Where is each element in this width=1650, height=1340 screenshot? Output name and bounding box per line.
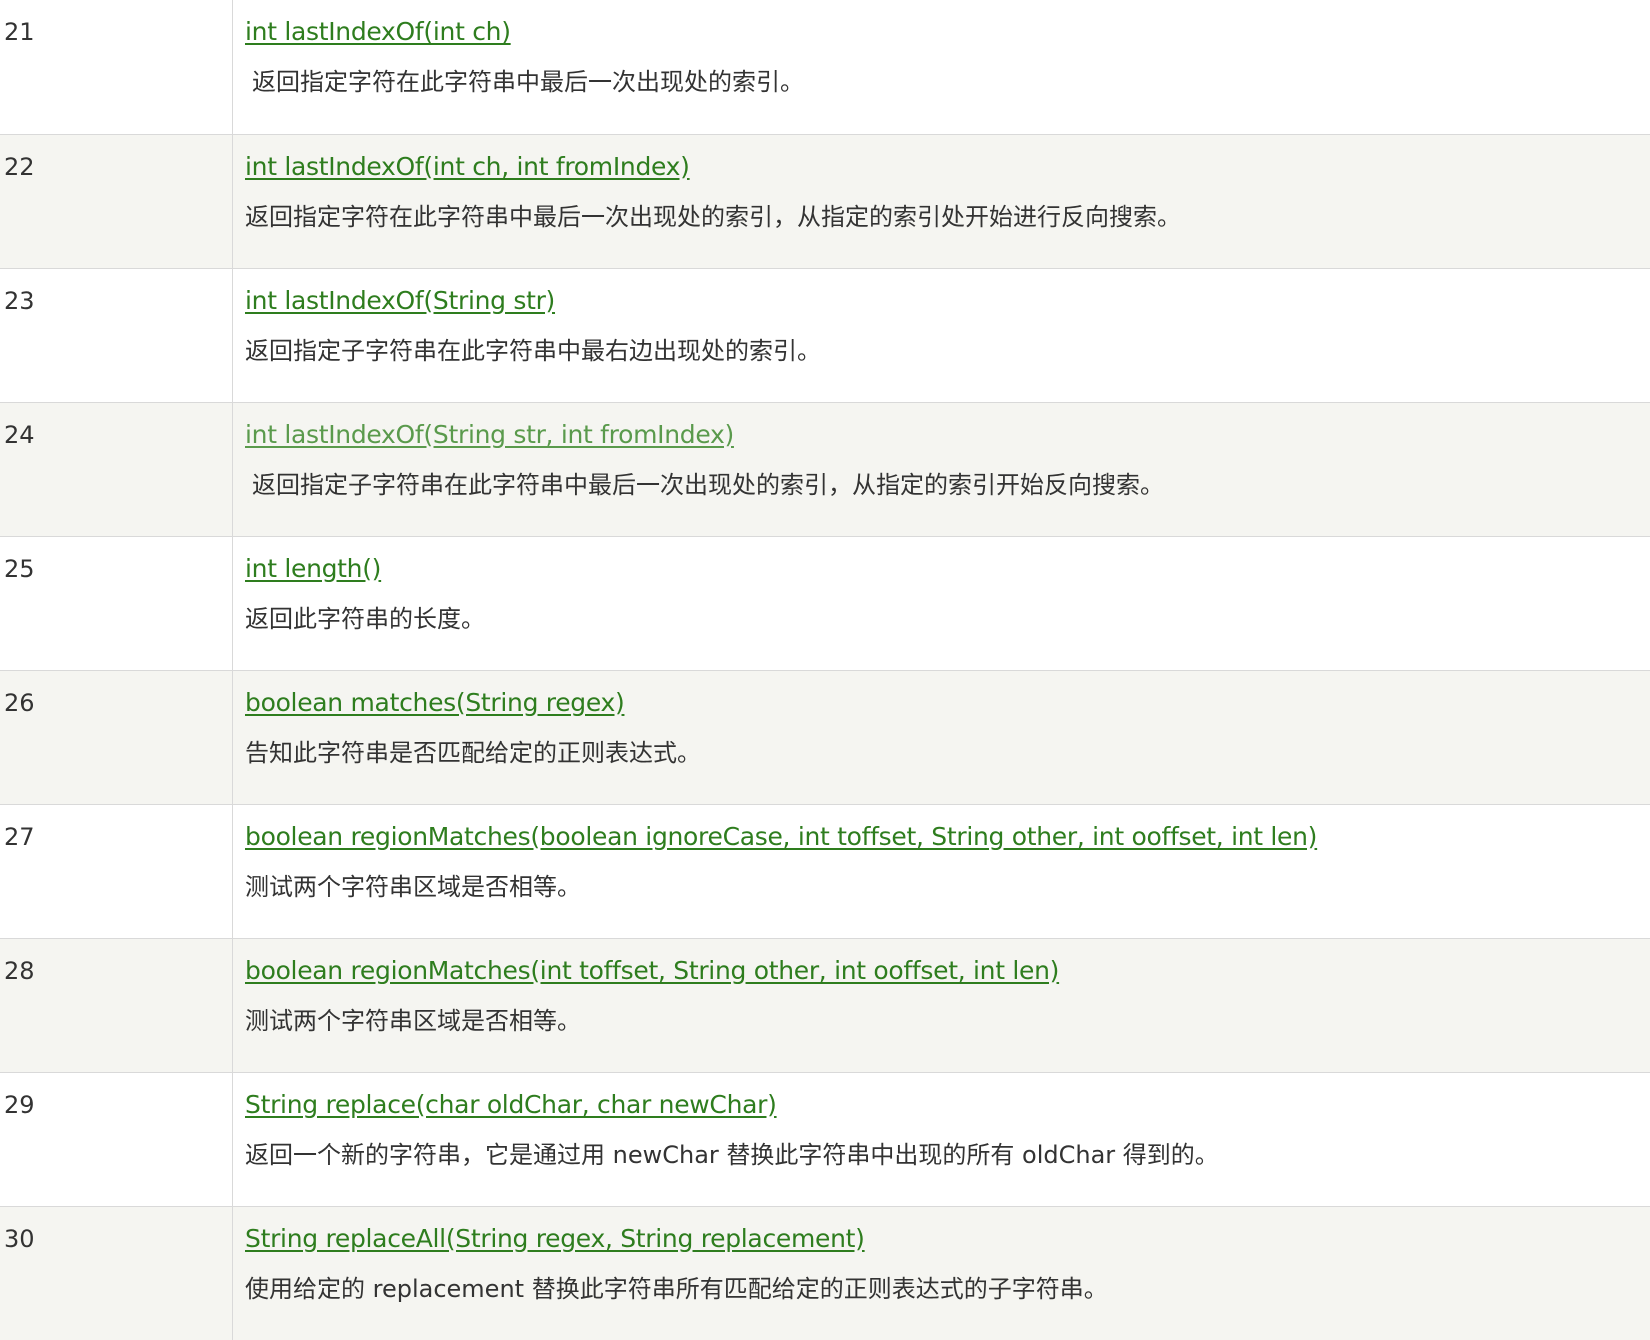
row-number: 22	[4, 152, 35, 181]
method-description: 返回指定字符在此字符串中最后一次出现处的索引。	[252, 68, 804, 96]
row-number: 27	[4, 822, 35, 851]
method-signature-link[interactable]: int lastIndexOf(int ch, int fromIndex)	[245, 152, 690, 182]
row-number: 21	[4, 18, 35, 46]
table-row: 22 int lastIndexOf(int ch, int fromIndex…	[0, 134, 1650, 268]
row-number: 29	[4, 1090, 35, 1119]
row-number: 25	[4, 554, 35, 583]
method-signature-link[interactable]: boolean regionMatches(int toffset, Strin…	[245, 956, 1059, 986]
method-description: 测试两个字符串区域是否相等。	[245, 872, 581, 901]
table-row: 23 int lastIndexOf(String str) 返回指定子字符串在…	[0, 268, 1650, 402]
method-signature-link[interactable]: boolean regionMatches(boolean ignoreCase…	[245, 822, 1317, 852]
method-description: 测试两个字符串区域是否相等。	[245, 1006, 581, 1035]
row-number: 30	[4, 1224, 35, 1253]
method-signature-link[interactable]: int lastIndexOf(String str, int fromInde…	[245, 420, 734, 450]
table-row: 28 boolean regionMatches(int toffset, St…	[0, 938, 1650, 1072]
method-description: 返回指定子字符串在此字符串中最后一次出现处的索引，从指定的索引开始反向搜索。	[252, 470, 1164, 499]
method-signature-link[interactable]: int length()	[245, 554, 381, 584]
method-description: 使用给定的 replacement 替换此字符串所有匹配给定的正则表达式的子字符…	[245, 1274, 1108, 1303]
table-row: 27 boolean regionMatches(boolean ignoreC…	[0, 804, 1650, 938]
method-signature-link[interactable]: boolean matches(String regex)	[245, 688, 625, 718]
method-signature-link[interactable]: int lastIndexOf(int ch)	[245, 17, 511, 47]
method-description: 告知此字符串是否匹配给定的正则表达式。	[245, 738, 701, 767]
row-number: 24	[4, 420, 35, 449]
table-row: 30 String replaceAll(String regex, Strin…	[0, 1206, 1650, 1340]
row-number: 26	[4, 688, 35, 717]
string-methods-table: 21 int lastIndexOf(int ch) 返回指定字符在此字符串中最…	[0, 0, 1650, 1340]
method-description: 返回此字符串的长度。	[245, 604, 485, 633]
table-row: 21 int lastIndexOf(int ch) 返回指定字符在此字符串中最…	[0, 0, 1650, 134]
table-row: 29 String replace(char oldChar, char new…	[0, 1072, 1650, 1206]
method-signature-link[interactable]: int lastIndexOf(String str)	[245, 286, 555, 316]
row-number: 28	[4, 956, 35, 985]
table-row: 25 int length() 返回此字符串的长度。	[0, 536, 1650, 670]
method-description: 返回指定字符在此字符串中最后一次出现处的索引，从指定的索引处开始进行反向搜索。	[245, 202, 1181, 231]
method-description: 返回一个新的字符串，它是通过用 newChar 替换此字符串中出现的所有 old…	[245, 1140, 1219, 1169]
table-row: 24 int lastIndexOf(String str, int fromI…	[0, 402, 1650, 536]
table-row: 26 boolean matches(String regex) 告知此字符串是…	[0, 670, 1650, 804]
row-number: 23	[4, 286, 35, 315]
method-signature-link[interactable]: String replaceAll(String regex, String r…	[245, 1224, 865, 1254]
method-signature-link[interactable]: String replace(char oldChar, char newCha…	[245, 1090, 777, 1120]
method-description: 返回指定子字符串在此字符串中最右边出现处的索引。	[245, 336, 821, 365]
